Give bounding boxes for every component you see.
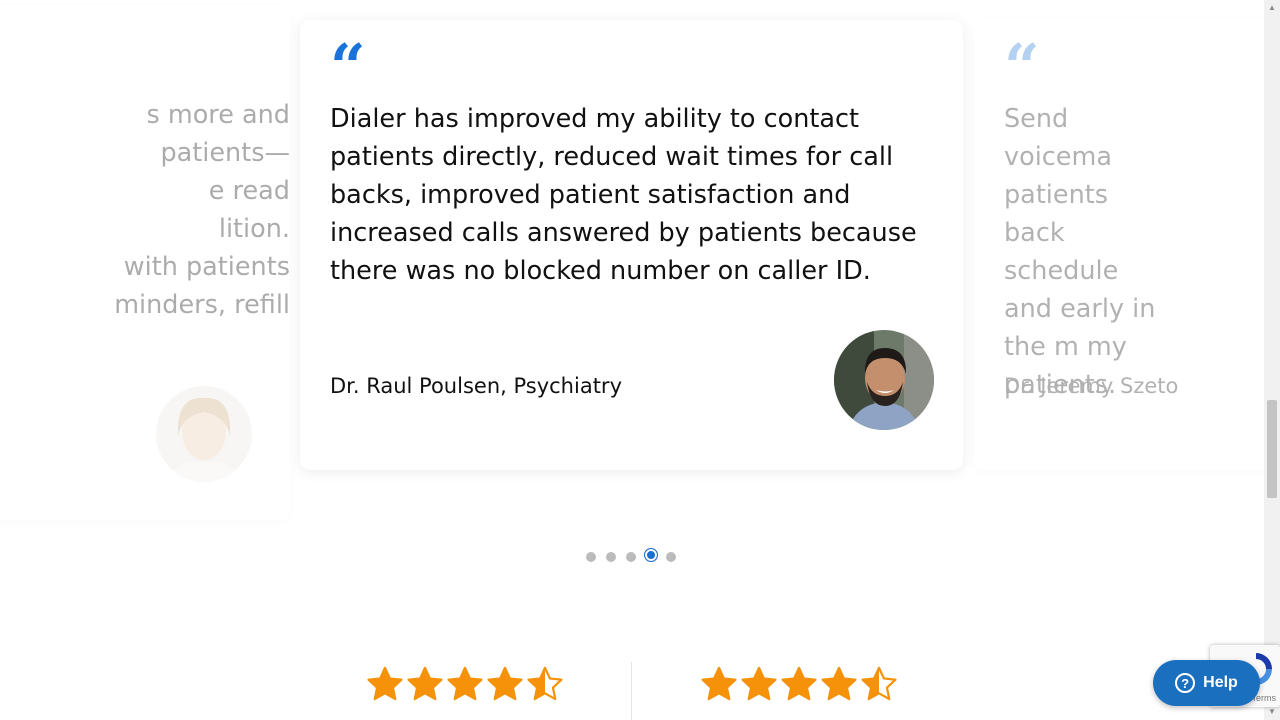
testimonial-author: Dr. Raul Poulsen, Psychiatry [330,374,622,398]
testimonial-card-current: “ Dialer has improved my ability to cont… [300,20,963,470]
star-full-icon [701,666,737,701]
previous-quote-line: with patients [123,252,290,282]
question-icon: ? [1175,673,1196,693]
quote-icon: “ [330,30,366,103]
rating-stars-2 [700,664,898,708]
carousel-dot-1[interactable] [586,552,596,562]
previous-quote-fragment: s more and patients— e read lition. with pat… [86,96,290,336]
testimonial-card-next[interactable]: “ Send voicema patients back schedule an… [974,20,1264,470]
author-avatar [156,386,252,482]
previous-quote-line: patients— [160,138,290,168]
scrollbar-thumb[interactable] [1267,400,1277,498]
page-scrollbar[interactable]: ▲ ▼ [1264,0,1280,720]
help-button[interactable]: ? Help [1153,660,1260,706]
avatar-image [156,386,252,482]
carousel-dot-5[interactable] [666,552,676,562]
carousel-dot-2[interactable] [606,552,616,562]
testimonial-quote: Send voicema patients back schedule and … [1004,104,1156,400]
avatar-image [834,330,934,430]
ratings-divider [631,662,632,720]
testimonial-section: s more and patients— e read lition. with pat… [0,0,1264,720]
star-half-icon [861,666,897,701]
previous-quote-line: lition. [218,214,290,244]
previous-quote-line: minders, refill [114,290,290,320]
scroll-up-arrow-icon[interactable]: ▲ [1264,0,1280,16]
carousel-dot-4[interactable] [644,548,658,562]
help-button-label: Help [1203,674,1238,691]
star-full-icon [407,666,443,701]
author-avatar [834,330,934,430]
star-full-icon [367,666,403,701]
quote-icon: “ [1004,30,1040,103]
star-full-icon [447,666,483,701]
testimonial-quote: Dialer has improved my ability to contac… [330,104,917,286]
star-half-icon [527,666,563,701]
star-full-icon [741,666,777,701]
previous-quote-line: e read [208,176,290,206]
carousel-dot-3[interactable] [626,552,636,562]
star-full-icon [487,666,523,701]
previous-quote-line: s more and [146,100,290,130]
star-full-icon [781,666,817,701]
star-full-icon [821,666,857,701]
rating-stars-1 [366,664,564,708]
testimonial-author: Dr. Jeremy Szeto [1004,374,1179,398]
carousel-pagination [582,548,682,566]
